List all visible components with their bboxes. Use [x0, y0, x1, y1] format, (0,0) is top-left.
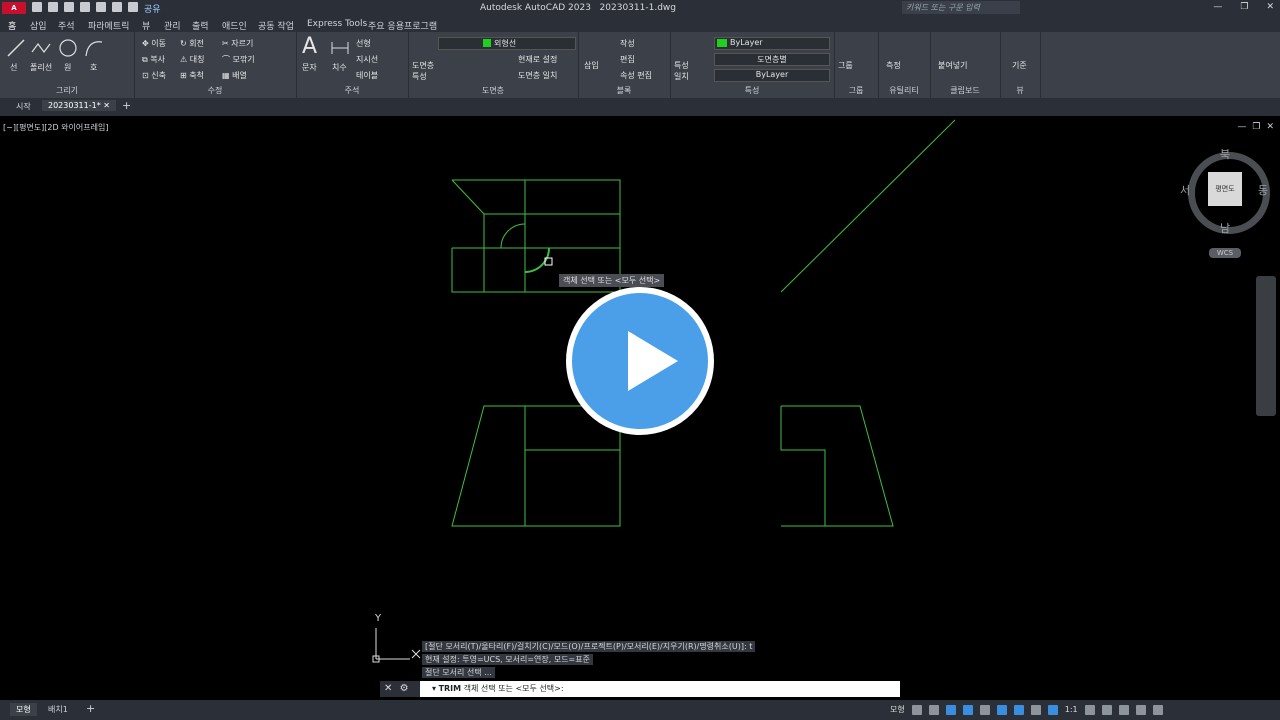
- polar-icon[interactable]: [962, 704, 973, 715]
- grid-icon[interactable]: [911, 704, 922, 715]
- customize-statusbar-icon[interactable]: [1152, 704, 1163, 715]
- side-view-outline: [780, 405, 894, 527]
- front-view-outline: [451, 405, 621, 527]
- fullscreen-icon[interactable]: [1135, 704, 1146, 715]
- model-space-label[interactable]: 모형: [890, 704, 905, 715]
- compass-west[interactable]: 서: [1180, 182, 1190, 198]
- selection-tooltip: 객체 선택 또는 <모두 선택>: [559, 274, 665, 287]
- command-prompt[interactable]: ▾ TRIM 객체 선택 또는 <모두 선택>:: [432, 683, 564, 694]
- isolate-icon[interactable]: [1118, 704, 1129, 715]
- wcs-menu[interactable]: WCS: [1209, 248, 1241, 258]
- command-history-line: 절단 모서리 선택 ...: [422, 667, 495, 678]
- play-button-icon[interactable]: [566, 287, 714, 435]
- lineweight-icon[interactable]: [1030, 704, 1041, 715]
- customize-icon[interactable]: ⚙: [400, 683, 409, 694]
- navigation-bar[interactable]: [1256, 276, 1276, 416]
- viewcube-top-face[interactable]: 평면도: [1208, 172, 1242, 206]
- annotation-scale[interactable]: 1:1: [1065, 705, 1078, 714]
- layout1-tab[interactable]: 배치1: [48, 704, 68, 715]
- annotation-visibility-icon[interactable]: [1047, 704, 1058, 715]
- compass-north[interactable]: 북: [1220, 146, 1230, 162]
- command-line[interactable]: ✕ ⚙ ▾ TRIM 객체 선택 또는 <모두 선택>:: [380, 681, 900, 697]
- status-bar: 모형 배치1 + 모형 1:1: [0, 700, 1280, 720]
- ucs-y-label: Y: [375, 613, 382, 624]
- miter-line: [780, 119, 956, 293]
- command-history-line: 현재 설정: 투영=UCS, 모서리=연장, 모드=표준: [422, 654, 593, 665]
- ortho-icon[interactable]: [945, 704, 956, 715]
- add-layout-icon[interactable]: +: [86, 702, 95, 715]
- ucs-icon: [372, 628, 421, 663]
- command-line-controls: ✕ ⚙: [380, 681, 420, 697]
- compass-south[interactable]: 남: [1220, 220, 1230, 236]
- viewcube[interactable]: 평면도 북 남 서 동: [1180, 146, 1270, 235]
- top-view-chamfer: [451, 179, 485, 215]
- compass-east[interactable]: 동: [1258, 182, 1268, 198]
- snap-icon[interactable]: [928, 704, 939, 715]
- status-toggles: 모형 1:1: [890, 704, 1163, 715]
- top-view-arc: [500, 223, 526, 249]
- units-icon[interactable]: [1101, 704, 1112, 715]
- model-tab[interactable]: 모형: [10, 703, 37, 716]
- osnap-icon[interactable]: [996, 704, 1007, 715]
- isodraft-icon[interactable]: [979, 704, 990, 715]
- workspace-icon[interactable]: [1084, 704, 1095, 715]
- otrack-icon[interactable]: [1013, 704, 1024, 715]
- command-history-line: [절단 모서리(T)/울타리(F)/걸치기(C)/모드(O)/프로젝트(P)/모…: [422, 641, 756, 652]
- close-command-icon[interactable]: ✕: [384, 683, 392, 694]
